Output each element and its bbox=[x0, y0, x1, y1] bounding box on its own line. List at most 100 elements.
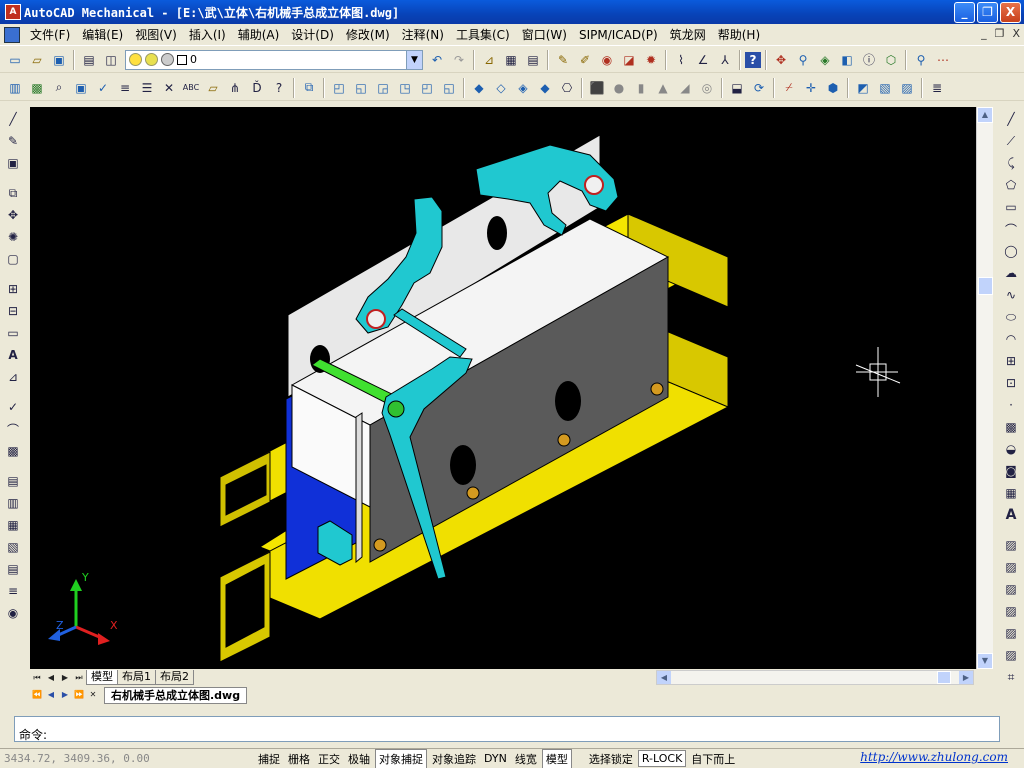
maximize-button[interactable]: ❐ bbox=[977, 2, 998, 23]
hatch-draw-icon[interactable]: ▩ bbox=[1001, 417, 1021, 437]
left-view-icon[interactable]: ◲ bbox=[373, 78, 393, 98]
sw-iso-icon[interactable]: ◆ bbox=[469, 78, 489, 98]
scroll-thumb[interactable] bbox=[978, 277, 993, 295]
gear-icon[interactable]: ✹ bbox=[641, 50, 661, 70]
point-icon[interactable]: · bbox=[1001, 395, 1021, 415]
toggle-snap[interactable]: 捕捉 bbox=[255, 750, 283, 768]
xline-icon[interactable]: ⟋ bbox=[1001, 131, 1021, 151]
dimension-tool-icon[interactable]: ⊿ bbox=[3, 367, 23, 387]
first-tab-icon[interactable]: ⏮ bbox=[30, 671, 44, 685]
layer-state-icon[interactable]: ◫ bbox=[101, 50, 121, 70]
spell-check-icon[interactable]: ABC bbox=[181, 78, 201, 98]
table-icon[interactable]: ▦ bbox=[501, 50, 521, 70]
balloon-icon[interactable]: ◉ bbox=[597, 50, 617, 70]
undo-icon[interactable]: ↶ bbox=[427, 50, 447, 70]
redo-icon[interactable]: ↷ bbox=[449, 50, 469, 70]
scroll-up-arrow-icon[interactable]: ▲ bbox=[977, 107, 993, 123]
shade-icon[interactable]: ◩ bbox=[853, 78, 873, 98]
polyline-icon[interactable]: ⤹ bbox=[1001, 153, 1021, 173]
back-view-icon[interactable]: ◱ bbox=[439, 78, 459, 98]
toggle-model[interactable]: 模型 bbox=[541, 748, 572, 768]
frame-icon[interactable]: ⌗ bbox=[1001, 667, 1021, 687]
autocad-app-icon[interactable]: A bbox=[5, 4, 21, 20]
revolve-icon[interactable]: ⟳ bbox=[749, 78, 769, 98]
hierarchy-icon[interactable]: ⋔ bbox=[225, 78, 245, 98]
slice-icon[interactable]: ⌿ bbox=[779, 78, 799, 98]
new-drawing-icon[interactable]: ▭ bbox=[5, 50, 25, 70]
mtext-icon[interactable]: A bbox=[3, 345, 23, 365]
scroll-left-arrow-icon[interactable]: ◀ bbox=[657, 671, 671, 684]
tab-layout1[interactable]: 布局1 bbox=[117, 670, 156, 685]
section-icon[interactable]: ✛ bbox=[801, 78, 821, 98]
rectangle-icon[interactable]: ▢ bbox=[3, 249, 23, 269]
palette-icon[interactable]: ◉ bbox=[3, 603, 23, 623]
view-icon[interactable]: ⧉ bbox=[299, 78, 319, 98]
arc-draw-icon[interactable]: ⌒ bbox=[1001, 219, 1021, 239]
hatch-pattern-3-icon[interactable]: ▨ bbox=[1001, 579, 1021, 599]
front-view-icon[interactable]: ◰ bbox=[417, 78, 437, 98]
se-iso-icon[interactable]: ◇ bbox=[491, 78, 511, 98]
scroll-down-arrow-icon[interactable]: ▼ bbox=[977, 653, 993, 669]
move-icon[interactable]: ✥ bbox=[3, 205, 23, 225]
menu-help[interactable]: 帮助(H) bbox=[712, 25, 766, 45]
search-icon[interactable]: ⚲ bbox=[911, 50, 931, 70]
chevron-down-icon[interactable]: ▼ bbox=[406, 50, 422, 69]
menu-window[interactable]: 窗口(W) bbox=[516, 25, 573, 45]
next-tab-icon[interactable]: ▶ bbox=[58, 671, 72, 685]
layer-manager-icon[interactable]: ▤ bbox=[79, 50, 99, 70]
toggle-dyn[interactable]: DYN bbox=[481, 751, 510, 766]
surface-texture-icon[interactable]: ⌇ bbox=[671, 50, 691, 70]
spline-icon[interactable]: ∿ bbox=[1001, 285, 1021, 305]
torus-icon[interactable]: ◎ bbox=[697, 78, 717, 98]
properties-icon[interactable]: ▤ bbox=[523, 50, 543, 70]
check-tool-icon[interactable]: ✓ bbox=[3, 397, 23, 417]
region-draw-icon[interactable]: ◙ bbox=[1001, 461, 1021, 481]
menu-edit[interactable]: 编辑(E) bbox=[76, 25, 129, 45]
drawing-canvas[interactable]: Y X Z bbox=[30, 107, 976, 669]
minimize-button[interactable]: _ bbox=[954, 2, 975, 23]
bottom-view-icon[interactable]: ◱ bbox=[351, 78, 371, 98]
tab-layout2[interactable]: 布局2 bbox=[155, 670, 194, 685]
menu-design[interactable]: 设计(D) bbox=[285, 25, 340, 45]
doc-close-icon[interactable]: ✕ bbox=[86, 688, 100, 702]
lines-tool-icon[interactable]: ≡ bbox=[3, 581, 23, 601]
stack-icon[interactable]: ▤ bbox=[3, 559, 23, 579]
menu-insert[interactable]: 插入(I) bbox=[183, 25, 232, 45]
doc-close-button[interactable]: X bbox=[1012, 27, 1020, 40]
hint-icon[interactable]: ? bbox=[269, 78, 289, 98]
save-as-icon[interactable]: ▩ bbox=[27, 78, 47, 98]
text-tool-icon[interactable]: Ď bbox=[247, 78, 267, 98]
doc-next-icon[interactable]: ▶ bbox=[58, 688, 72, 702]
zoom-window-icon[interactable]: ◈ bbox=[815, 50, 835, 70]
toggle-ortho[interactable]: 正交 bbox=[315, 750, 343, 768]
command-line[interactable]: 命令: bbox=[14, 716, 1000, 742]
more-tools-icon[interactable]: ⋯ bbox=[933, 50, 953, 70]
line-draw-icon[interactable]: ╱ bbox=[1001, 109, 1021, 129]
ne-iso-icon[interactable]: ◈ bbox=[513, 78, 533, 98]
menu-lines-icon[interactable]: ≣ bbox=[927, 78, 947, 98]
title-bar[interactable]: A AutoCAD Mechanical - [E:\武\立体\右机械手总成立体… bbox=[0, 0, 1024, 24]
horizontal-scrollbar[interactable]: ◀ ▶ bbox=[656, 670, 974, 685]
check-icon[interactable]: ✓ bbox=[93, 78, 113, 98]
scroll-right-arrow-icon[interactable]: ▶ bbox=[959, 671, 973, 684]
help-icon[interactable]: ? bbox=[745, 51, 761, 68]
symbol-icon[interactable]: ⅄ bbox=[715, 50, 735, 70]
vertical-scrollbar[interactable]: ▲ ▼ bbox=[976, 107, 993, 669]
nw-iso-icon[interactable]: ◆ bbox=[535, 78, 555, 98]
render-icon[interactable]: ▧ bbox=[875, 78, 895, 98]
chart-icon[interactable]: ▦ bbox=[3, 515, 23, 535]
line-icon[interactable]: ╱ bbox=[3, 109, 23, 129]
make-block-icon[interactable]: ⊡ bbox=[1001, 373, 1021, 393]
wblock-icon[interactable]: ⊟ bbox=[3, 301, 23, 321]
pencil-icon[interactable]: ✎ bbox=[553, 50, 573, 70]
toggle-r-lock[interactable]: R-LOCK bbox=[637, 750, 687, 767]
toggle-otrack[interactable]: 对象追踪 bbox=[429, 750, 479, 768]
top-view-icon[interactable]: ◰ bbox=[329, 78, 349, 98]
3d-orbit-icon[interactable]: ⬡ bbox=[881, 50, 901, 70]
menu-file[interactable]: 文件(F) bbox=[24, 25, 76, 45]
table-draw-icon[interactable]: ▦ bbox=[1001, 483, 1021, 503]
doc-prev-icon[interactable]: ◀ bbox=[44, 688, 58, 702]
binoculars-icon[interactable]: ⌕ bbox=[49, 78, 69, 98]
hatch-pattern-5-icon[interactable]: ▨ bbox=[1001, 623, 1021, 643]
cylinder-icon[interactable]: ▮ bbox=[631, 78, 651, 98]
